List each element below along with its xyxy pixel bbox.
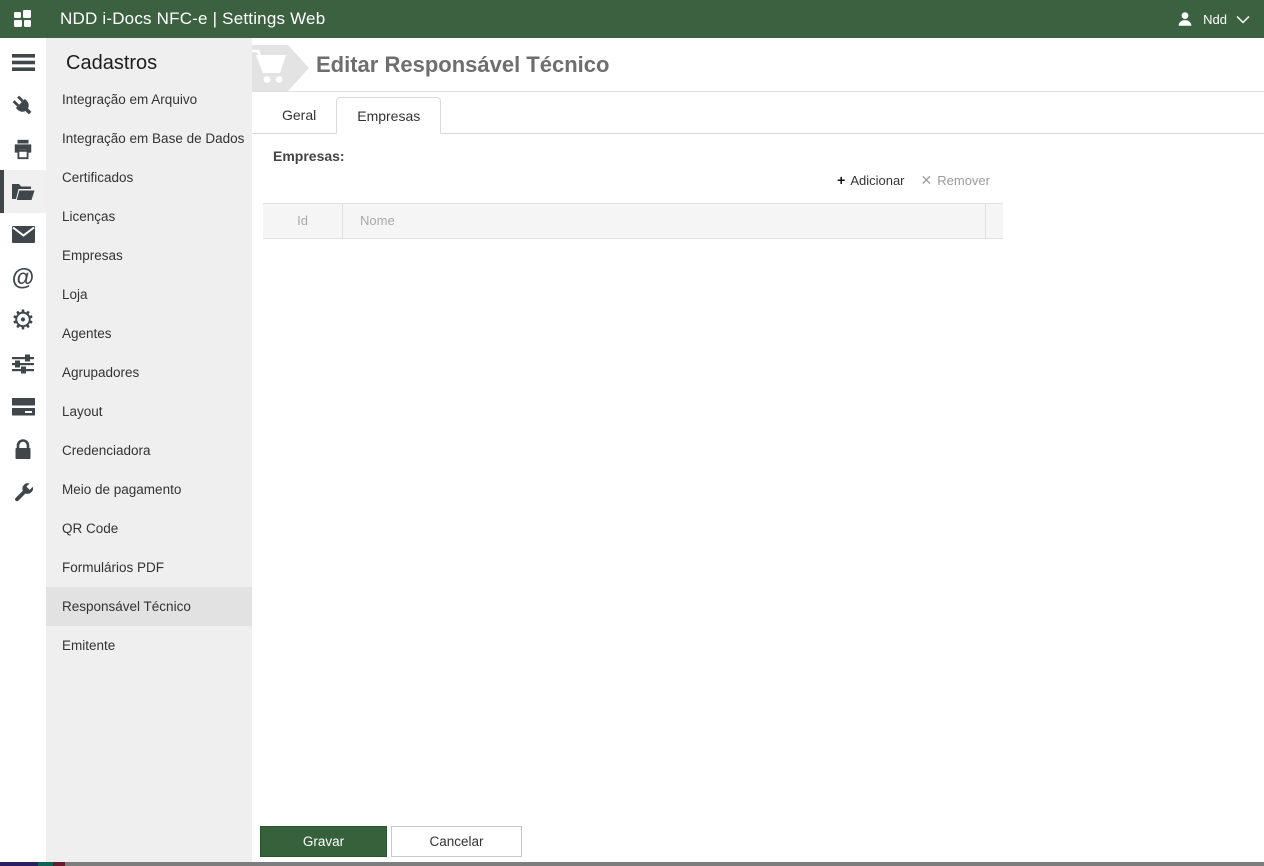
save-button[interactable]: Gravar [260, 826, 387, 857]
sidebar-item-integracao-arquivo[interactable]: Integração em Arquivo [46, 80, 252, 119]
taskbar-segment [0, 862, 38, 866]
sidebar-item-credenciadora[interactable]: Credenciadora [46, 431, 252, 470]
tab-content: Empresas: + Adicionar ✕ Remover Id Nome [252, 148, 1264, 239]
remove-button-label: Remover [937, 172, 990, 188]
sidebar-list: Integração em Arquivo Integração em Base… [46, 80, 252, 665]
chevron-down-icon [1236, 15, 1250, 24]
footer-actions: Gravar Cancelar [260, 826, 522, 857]
taskbar-segment [38, 862, 53, 866]
tab-empresas[interactable]: Empresas [336, 97, 442, 134]
x-icon: ✕ [920, 172, 933, 188]
sidebar-item-emitente[interactable]: Emitente [46, 626, 252, 665]
sidebar-title: Cadastros [66, 52, 158, 74]
cancel-button[interactable]: Cancelar [391, 826, 522, 857]
folder-open-icon[interactable] [0, 170, 46, 213]
user-menu[interactable]: Ndd [1176, 10, 1250, 28]
plug-icon[interactable] [0, 84, 46, 127]
page-title: Editar Responsável Técnico [316, 51, 610, 77]
lock-icon[interactable] [0, 428, 46, 471]
at-sign-icon[interactable]: @ [0, 256, 46, 299]
icon-rail: @ ⚙ [0, 38, 46, 866]
add-button-label: Adicionar [850, 172, 905, 188]
sidebar-item-certificados[interactable]: Certificados [46, 158, 252, 197]
app-logo-icon[interactable] [10, 7, 36, 31]
tab-geral[interactable]: Geral [262, 97, 336, 134]
app-body: @ ⚙ Cadastros Integração em Arquivo Inte… [0, 38, 1264, 866]
empresas-label: Empresas: [273, 148, 345, 164]
sidebar-item-layout[interactable]: Layout [46, 392, 252, 431]
envelope-icon[interactable] [0, 213, 46, 256]
sidebar-item-qr-code[interactable]: QR Code [46, 509, 252, 548]
empresas-grid: Id Nome [263, 203, 1003, 239]
sidebar-item-integracao-base-dados[interactable]: Integração em Base de Dados [46, 119, 252, 158]
sidebar-item-loja[interactable]: Loja [46, 275, 252, 314]
sidebar-item-agrupadores[interactable]: Agrupadores [46, 353, 252, 392]
menu-icon[interactable] [0, 41, 46, 84]
sidebar-item-formularios-pdf[interactable]: Formulários PDF [46, 548, 252, 587]
printer-icon[interactable] [0, 127, 46, 170]
grid-toolbar: + Adicionar ✕ Remover [263, 171, 1003, 189]
remove-button[interactable]: ✕ Remover [921, 173, 990, 188]
server-icon[interactable] [0, 385, 46, 428]
user-name: Ndd [1203, 11, 1227, 27]
sidebar-cadastros: Cadastros Integração em Arquivo Integraç… [46, 38, 252, 866]
sidebar-item-licencas[interactable]: Licenças [46, 197, 252, 236]
gear-icon[interactable]: ⚙ [0, 299, 46, 342]
main-content: Editar Responsável Técnico Geral Empresa… [252, 38, 1264, 866]
tab-strip: Geral Empresas [252, 97, 1264, 134]
sidebar-item-agentes[interactable]: Agentes [46, 314, 252, 353]
page-header: Editar Responsável Técnico [252, 38, 1264, 92]
grid-header-spacer [985, 204, 1003, 238]
sidebar-item-empresas[interactable]: Empresas [46, 236, 252, 275]
app-title: NDD i-Docs NFC-e | Settings Web [60, 9, 326, 28]
sidebar-item-meio-de-pagamento[interactable]: Meio de pagamento [46, 470, 252, 509]
column-header-nome[interactable]: Nome [343, 204, 985, 238]
add-button[interactable]: + Adicionar [837, 173, 904, 188]
sidebar-item-responsavel-tecnico[interactable]: Responsável Técnico [46, 587, 252, 626]
cart-watermark-icon [252, 43, 310, 92]
column-header-id[interactable]: Id [263, 204, 343, 238]
wrench-icon[interactable] [0, 471, 46, 514]
taskbar-segment [53, 862, 65, 866]
plus-icon: + [837, 172, 846, 188]
grid-header-row: Id Nome [263, 203, 1003, 239]
user-icon [1176, 10, 1194, 28]
app-window: NDD i-Docs NFC-e | Settings Web Ndd @ ⚙ … [0, 0, 1264, 866]
sliders-icon[interactable] [0, 342, 46, 385]
topbar: NDD i-Docs NFC-e | Settings Web Ndd [0, 0, 1264, 38]
taskbar-edge [0, 862, 1264, 866]
